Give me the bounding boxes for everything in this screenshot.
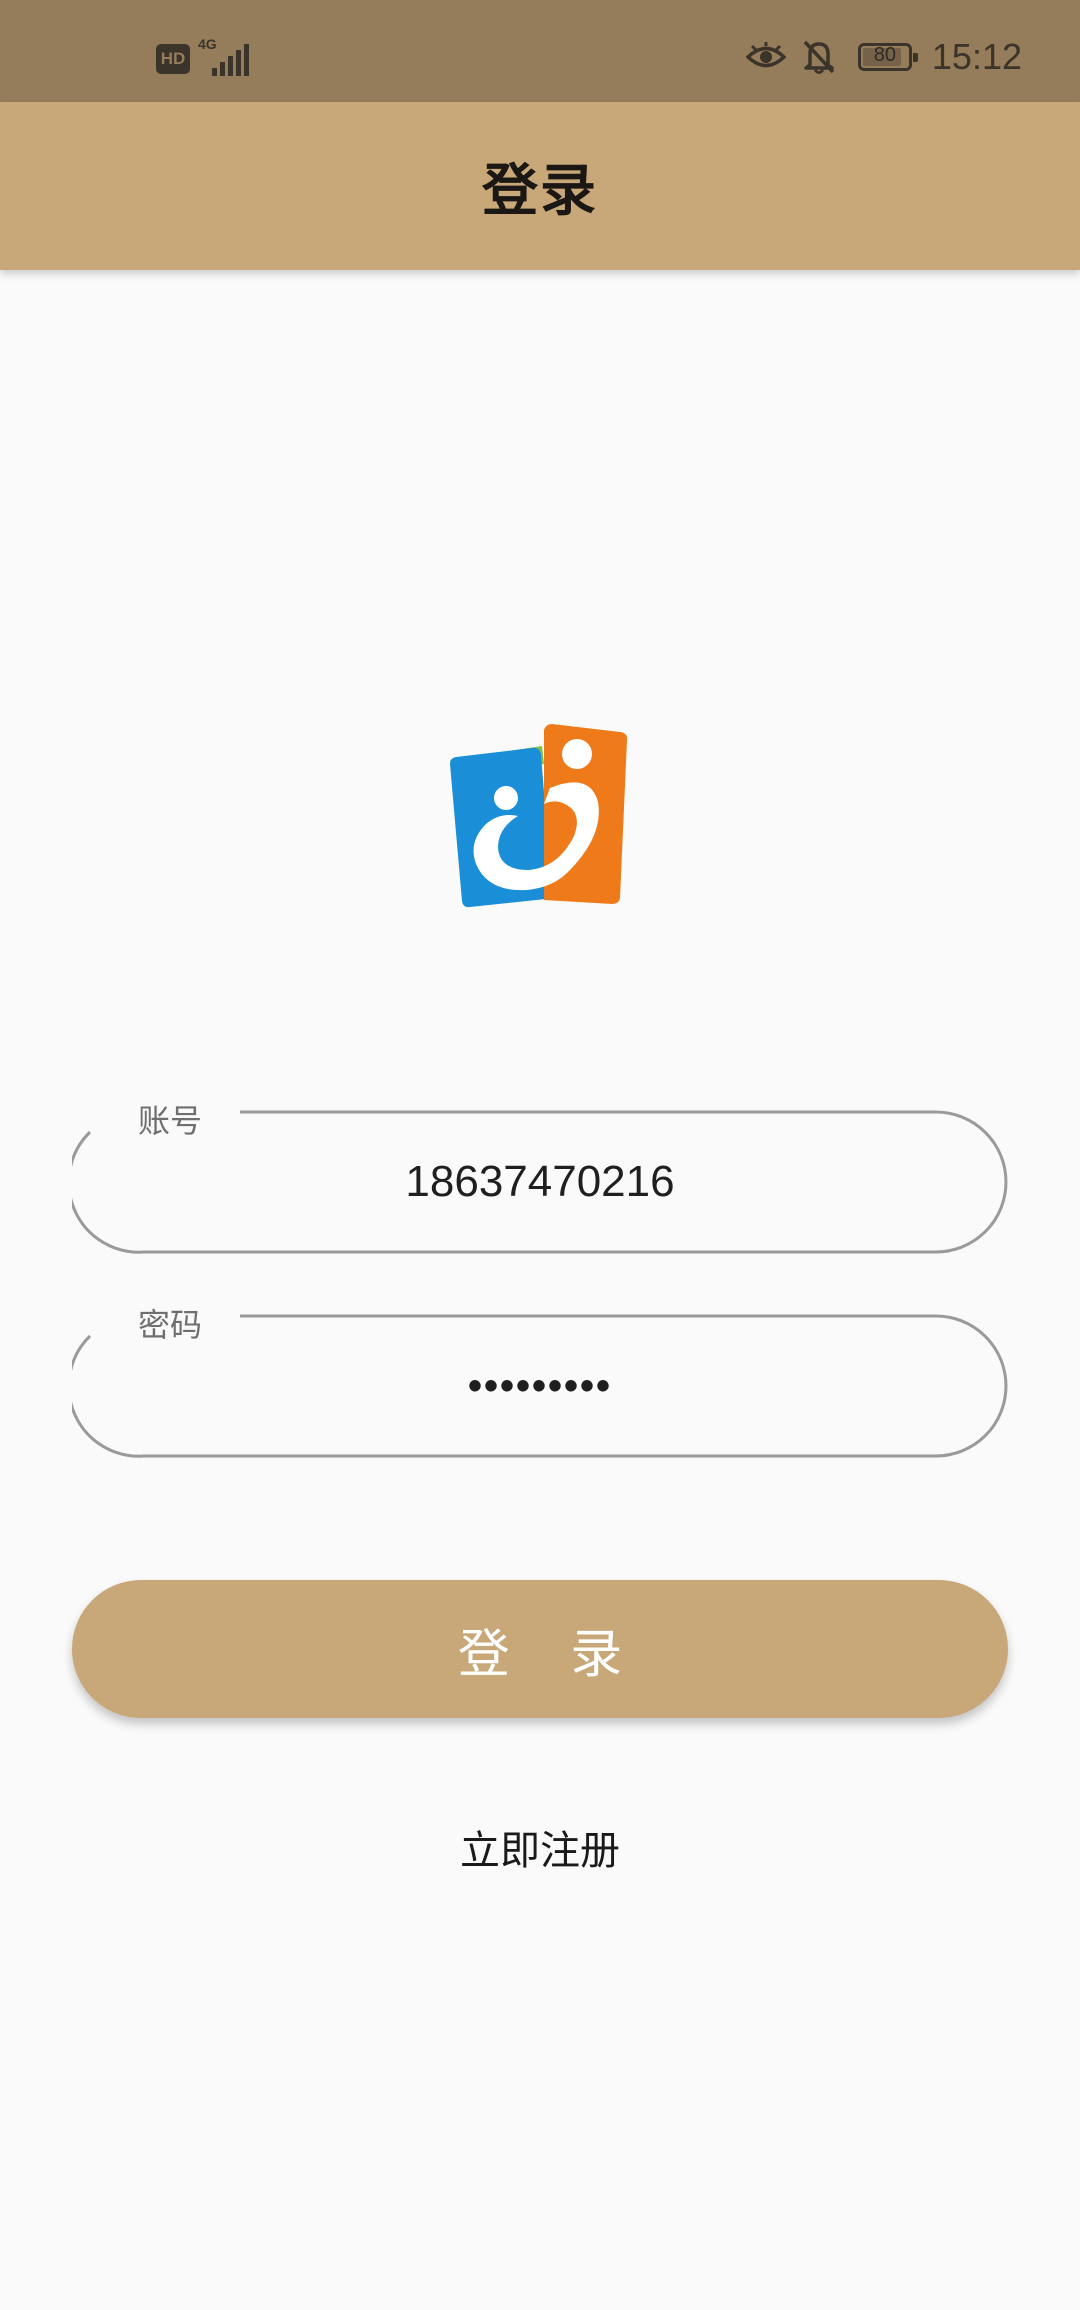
- account-input[interactable]: [72, 1146, 1008, 1218]
- status-left-group: HD 4G: [156, 36, 254, 78]
- signal-bars-icon: [212, 44, 252, 76]
- status-time: 15:12: [931, 36, 1022, 77]
- account-field[interactable]: 账号: [72, 1102, 1008, 1254]
- password-label: 密码: [138, 1306, 203, 1344]
- status-right-group: 80 15:12: [745, 36, 1022, 78]
- password-field[interactable]: 密码: [72, 1306, 1008, 1458]
- battery-icon: 80: [857, 43, 918, 71]
- app-bar: 登录: [0, 102, 1080, 270]
- hd-badge: HD: [156, 44, 190, 74]
- bell-off-icon: [802, 39, 836, 75]
- battery-level: 80: [873, 44, 897, 66]
- app-logo-icon: [448, 724, 632, 908]
- eye-comfort-icon: [745, 42, 786, 72]
- login-button[interactable]: 登 录: [72, 1580, 1008, 1718]
- password-input[interactable]: [72, 1350, 1008, 1422]
- status-bar: HD 4G 80 15:12: [0, 0, 1080, 102]
- signal-icon: 4G: [198, 36, 254, 78]
- register-link[interactable]: 立即注册: [0, 1818, 1080, 1876]
- page-title: 登录: [482, 158, 598, 224]
- account-label: 账号: [138, 1102, 203, 1140]
